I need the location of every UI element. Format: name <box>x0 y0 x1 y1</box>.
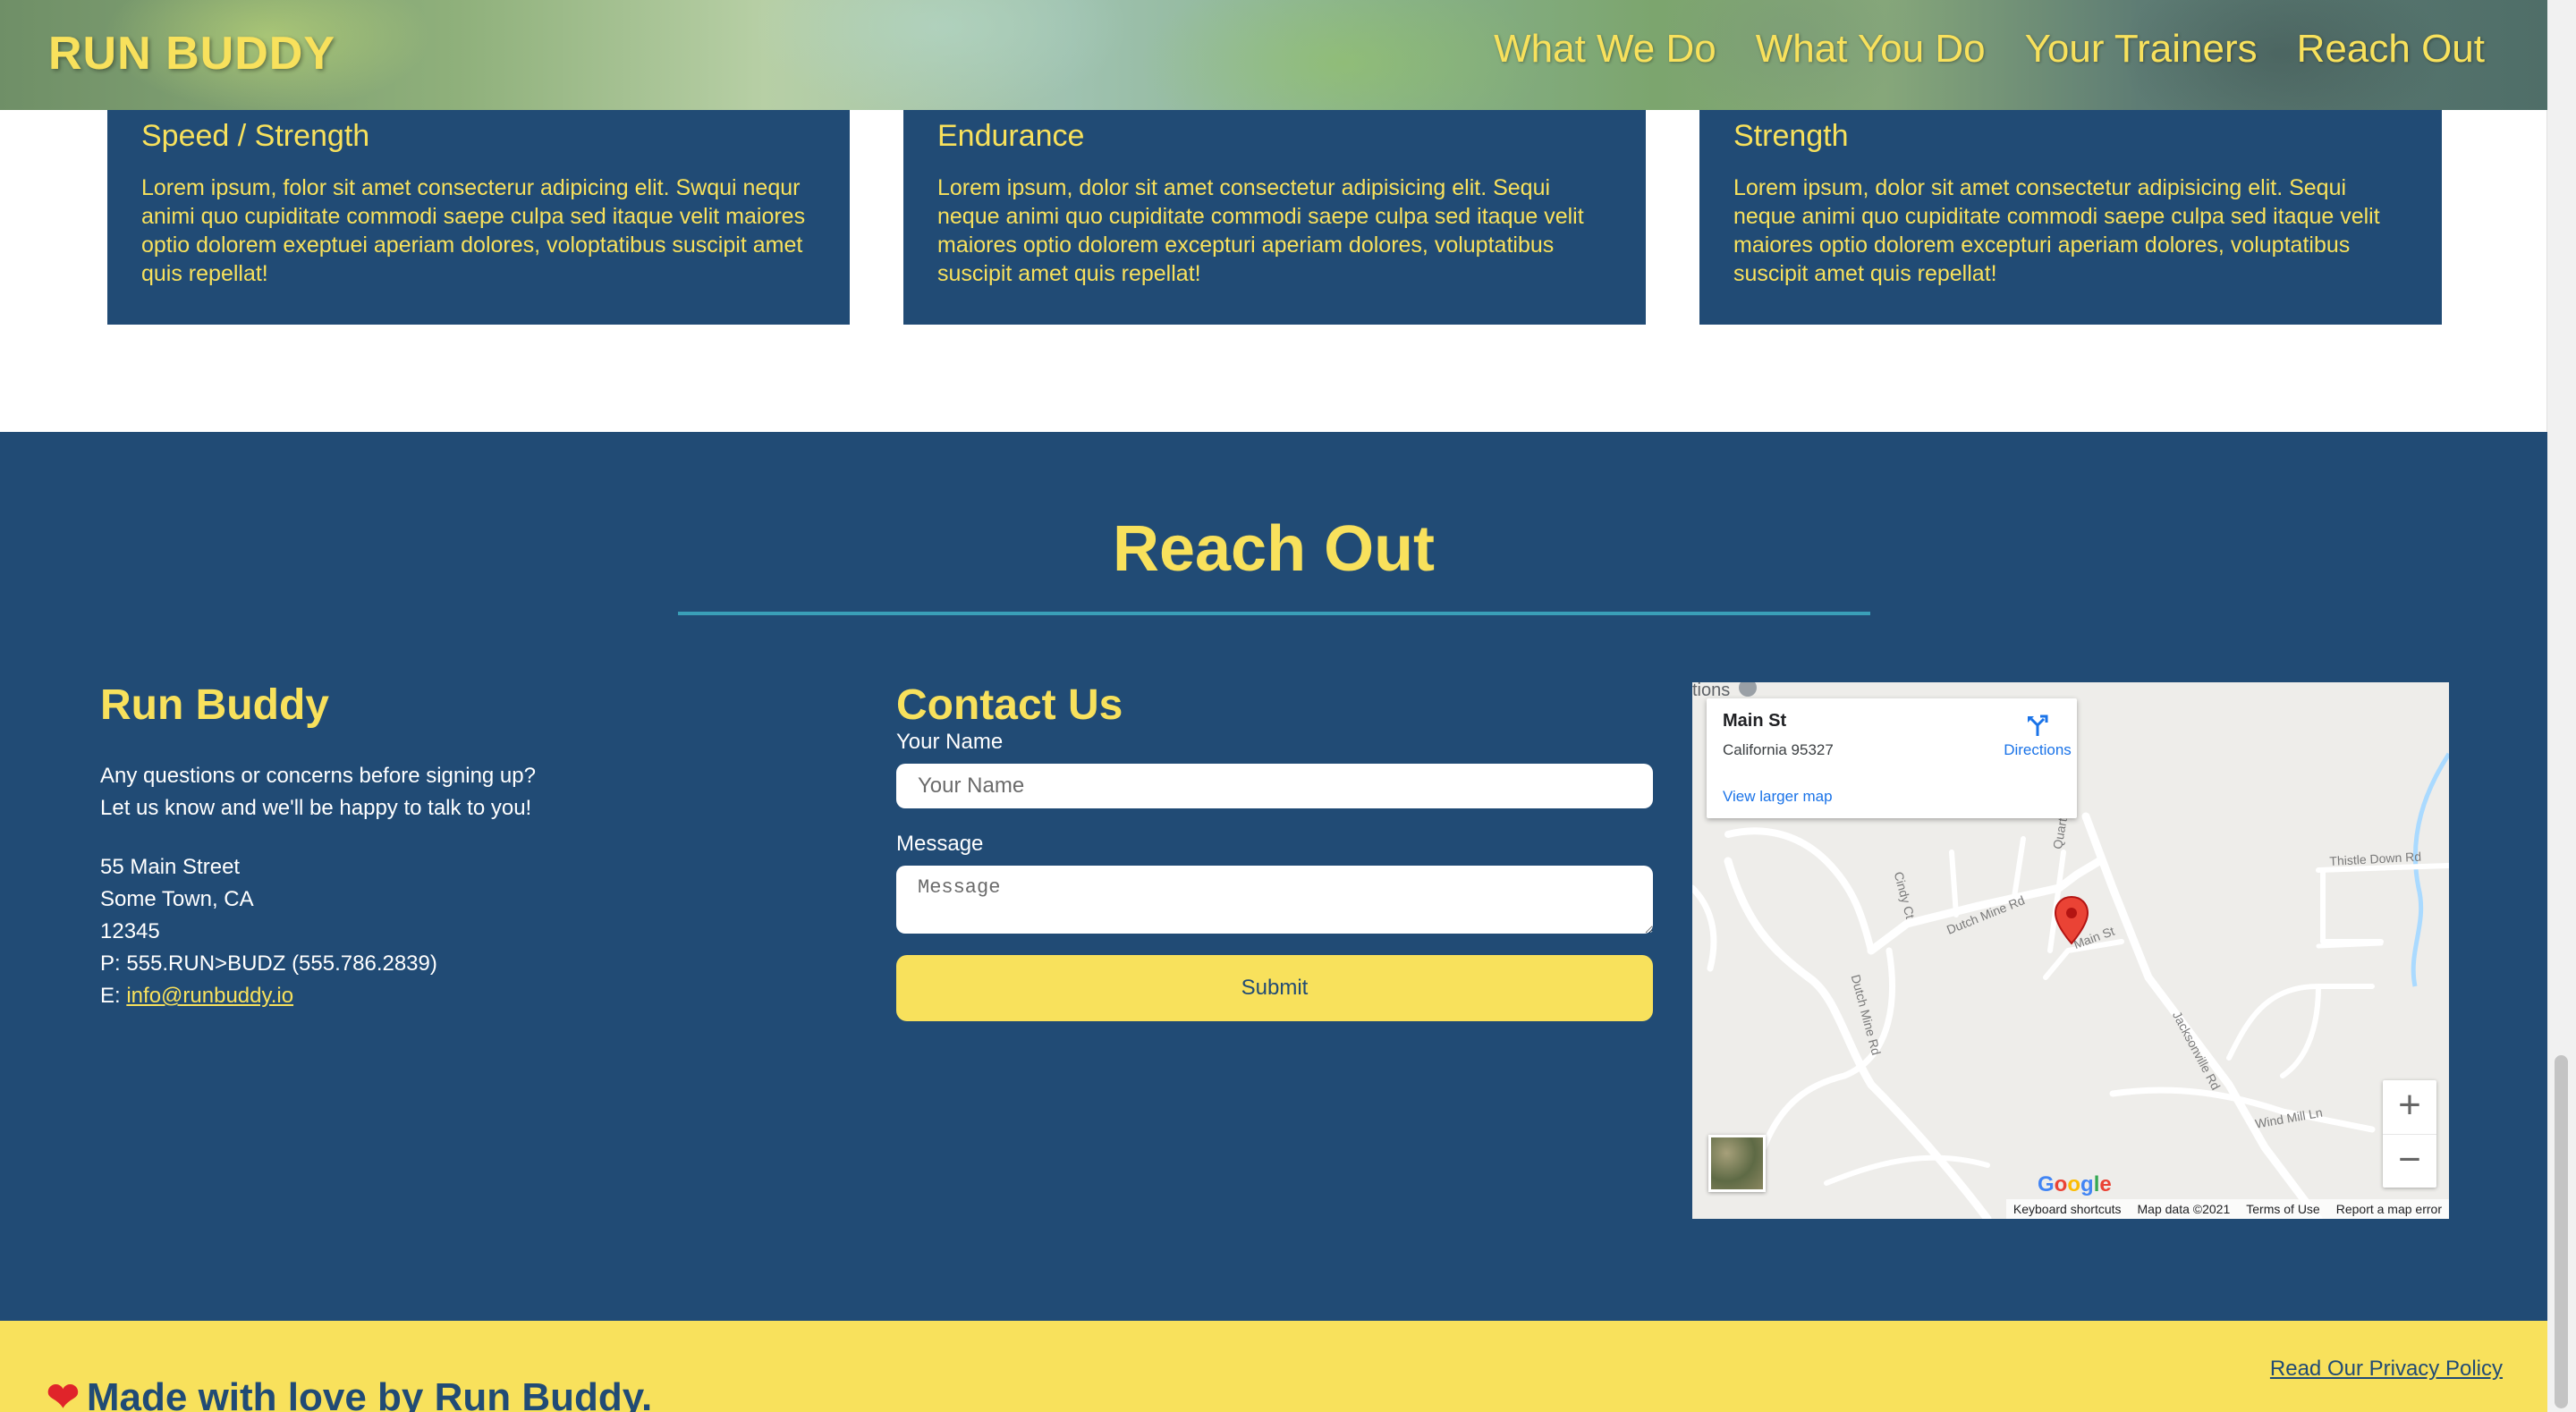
trainer-specialty: Speed / Strength <box>141 119 370 153</box>
map-footer-bar: Keyboard shortcuts Map data ©2021 Terms … <box>2005 1199 2449 1219</box>
message-textarea[interactable] <box>896 866 1653 934</box>
reach-out-section: Reach Out Run Buddy Any questions or con… <box>0 432 2547 1321</box>
report-map-error-link[interactable]: Report a map error <box>2336 1202 2442 1216</box>
name-input[interactable] <box>896 764 1653 808</box>
about-column: Run Buddy Any questions or concerns befo… <box>100 681 816 1012</box>
trainer-description: Lorem ipsum, folor sit amet consecterur … <box>141 175 806 286</box>
site-logo[interactable]: RUN BUDDY <box>48 27 335 80</box>
google-logo: Google <box>2038 1172 2112 1196</box>
trainer-card: Endurance Lorem ipsum, dolor sit amet co… <box>903 110 1646 325</box>
about-blurb: Any questions or concerns before signing… <box>100 760 816 824</box>
section-title: Reach Out <box>1112 513 1436 585</box>
map-zoom-control: + − <box>2383 1080 2436 1188</box>
terms-of-use-link[interactable]: Terms of Use <box>2246 1202 2319 1216</box>
nav-what-you-do[interactable]: What You Do <box>1756 27 1986 72</box>
name-label: Your Name <box>896 730 1004 754</box>
zoom-in-button[interactable]: + <box>2383 1080 2436 1134</box>
privacy-policy-link[interactable]: Read Our Privacy Policy <box>2270 1357 2503 1382</box>
nav-reach-out[interactable]: Reach Out <box>2297 27 2485 72</box>
satellite-toggle[interactable] <box>1708 1135 1766 1192</box>
site-header: RUN BUDDY What We Do What You Do Your Tr… <box>0 0 2547 110</box>
site-footer: ❤ Made with love by Run Buddy. Read Our P… <box>0 1321 2547 1412</box>
section-divider <box>678 612 1870 615</box>
map-place-name: Main St <box>1723 711 1787 731</box>
contact-form: Contact Us Your Name Message Submit <box>896 681 1653 1021</box>
blurb-line: Let us know and we'll be happy to talk t… <box>100 796 532 820</box>
message-label: Message <box>896 832 984 856</box>
directions-button[interactable]: Directions <box>2002 711 2073 759</box>
blurb-line: Any questions or concerns before signing… <box>100 764 536 788</box>
trainer-card: Speed / Strength Lorem ipsum, folor sit … <box>107 110 850 325</box>
address-street: 55 Main Street <box>100 855 241 879</box>
footer-made-with-love: ❤ Made with love by Run Buddy. <box>47 1374 652 1412</box>
email-link[interactable]: info@runbuddy.io <box>126 984 293 1008</box>
map-pin-icon[interactable] <box>2054 895 2089 950</box>
address-block: 55 Main Street Some Town, CA 12345 P: 55… <box>100 851 816 1012</box>
map-place-address: California 95327 <box>1723 741 1834 758</box>
heart-icon: ❤ <box>47 1375 80 1412</box>
nav-what-we-do[interactable]: What We Do <box>1494 27 1716 72</box>
address-zip: 12345 <box>100 919 160 943</box>
directions-label: Directions <box>2004 741 2072 758</box>
footer-love-text: Made with love by Run Buddy. <box>86 1375 653 1412</box>
embedded-map[interactable]: tions Cindy Ct Quartz St Dutch Mine Rd M… <box>1692 682 2449 1219</box>
submit-button[interactable]: Submit <box>896 955 1653 1021</box>
address-city: Some Town, CA <box>100 887 254 911</box>
scrollbar-thumb[interactable] <box>2555 1055 2568 1408</box>
email-prefix: E: <box>100 984 127 1008</box>
main-nav: What We Do What You Do Your Trainers Rea… <box>1494 27 2485 72</box>
zoom-out-button[interactable]: − <box>2383 1134 2436 1188</box>
keyboard-shortcuts-link[interactable]: Keyboard shortcuts <box>2013 1202 2122 1216</box>
phone-number: P: 555.RUN>BUDZ (555.786.2839) <box>100 951 437 976</box>
view-larger-map-link[interactable]: View larger map <box>1723 788 1833 806</box>
trainer-description: Lorem ipsum, dolor sit amet consectetur … <box>1733 175 2380 286</box>
page-scrollbar[interactable] <box>2546 0 2576 1412</box>
trainer-specialty: Strength <box>1733 119 1849 153</box>
about-title: Run Buddy <box>100 681 329 729</box>
map-data-text: Map data ©2021 <box>2137 1202 2231 1216</box>
trainer-card: Strength Lorem ipsum, dolor sit amet con… <box>1699 110 2442 325</box>
contact-title: Contact Us <box>896 681 1123 729</box>
nav-your-trainers[interactable]: Your Trainers <box>2025 27 2258 72</box>
directions-icon <box>2028 714 2048 736</box>
map-info-card: Main St California 95327 View larger map… <box>1707 698 2077 818</box>
email-line: E: info@runbuddy.io <box>100 980 816 1012</box>
trainer-specialty: Endurance <box>937 119 1085 153</box>
trainer-description: Lorem ipsum, dolor sit amet consectetur … <box>937 175 1584 286</box>
